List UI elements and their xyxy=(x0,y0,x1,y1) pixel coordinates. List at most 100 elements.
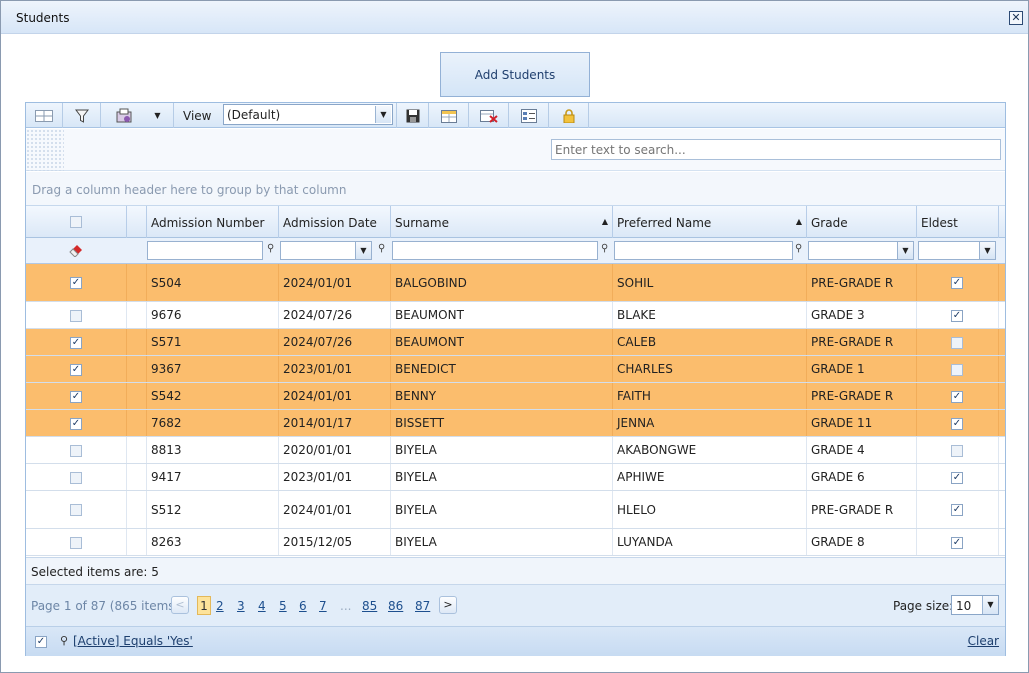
table-row[interactable]: ✓ S504 2024/01/01 BALGOBIND SOHIL PRE-GRADE R… xyxy=(26,264,1005,302)
row-select-checkbox[interactable] xyxy=(70,504,82,516)
row-select-checkbox[interactable] xyxy=(70,471,82,484)
row-select-checkbox[interactable] xyxy=(70,536,82,549)
column-header-preferred-name[interactable]: Preferred Name ▲ xyxy=(613,206,807,238)
filter-admission-number-input[interactable] xyxy=(147,241,263,260)
column-header-surname[interactable]: Surname ▲ xyxy=(391,206,613,238)
page-size-select[interactable]: 10 ▼ xyxy=(951,595,999,615)
filter-eldest-select[interactable]: ▼ xyxy=(918,241,996,260)
cell-eldest xyxy=(917,437,999,463)
select-all-checkbox[interactable] xyxy=(70,216,82,228)
row-select-checkbox[interactable]: ✓ xyxy=(70,336,82,349)
column-chooser-button[interactable] xyxy=(26,103,63,128)
export-button[interactable]: ▼ xyxy=(102,103,174,128)
filter-admission-date-input[interactable]: ▼ xyxy=(280,241,372,260)
table-row[interactable]: 8813 2020/01/01 BIYELA AKABONGWE GRADE 4 xyxy=(26,437,1005,464)
cell-admission-date: 2014/01/17 xyxy=(279,410,391,436)
cell-grade: PRE-GRADE R xyxy=(807,264,917,301)
column-header-eldest[interactable]: Eldest xyxy=(917,206,999,238)
spacer-cell xyxy=(127,529,147,555)
view-select[interactable]: (Default) ▼ xyxy=(223,104,393,125)
filter-surname-input[interactable] xyxy=(392,241,598,260)
table-row[interactable]: 9676 2024/07/26 BEAUMONT BLAKE GRADE 3 ✓ xyxy=(26,302,1005,329)
cell-surname: BALGOBIND xyxy=(391,264,613,301)
spacer-cell xyxy=(999,264,1005,301)
delete-view-button[interactable] xyxy=(470,103,509,128)
column-header-admission-number[interactable]: Admission Number xyxy=(147,206,279,238)
table-edit-icon xyxy=(441,109,457,123)
page-link-86[interactable]: 86 xyxy=(388,599,403,613)
funnel-icon xyxy=(75,109,89,123)
row-select-checkbox[interactable]: ✓ xyxy=(70,277,82,289)
filter-operator-icon[interactable]: ⚲ xyxy=(795,243,802,254)
cell-admission-date: 2024/07/26 xyxy=(279,302,391,328)
filter-operator-icon[interactable]: ⚲ xyxy=(267,243,274,254)
cell-grade: GRADE 6 xyxy=(807,464,917,490)
filter-preferred-name-input[interactable] xyxy=(614,241,793,260)
page-link-5[interactable]: 5 xyxy=(279,599,287,613)
row-select-cell xyxy=(26,437,127,463)
group-panel[interactable]: Drag a column header here to group by th… xyxy=(26,172,1005,206)
page-link-87[interactable]: 87 xyxy=(415,599,430,613)
close-button[interactable]: ✕ xyxy=(1009,11,1023,25)
filter-enabled-checkbox[interactable]: ✓ xyxy=(35,636,47,648)
cell-admission-number: S512 xyxy=(147,491,279,528)
row-select-checkbox[interactable] xyxy=(70,309,82,322)
page-link-6[interactable]: 6 xyxy=(299,599,307,613)
column-header-label: Grade xyxy=(811,216,848,230)
page-link-4[interactable]: 4 xyxy=(258,599,266,613)
cell-surname: BIYELA xyxy=(391,464,613,490)
table-row[interactable]: ✓ 7682 2014/01/17 BISSETT JENNA GRADE 11 ✓ xyxy=(26,410,1005,437)
cell-grade: PRE-GRADE R xyxy=(807,491,917,528)
cell-preferred-name: LUYANDA xyxy=(613,529,807,555)
prev-page-button[interactable]: < xyxy=(171,596,189,614)
filter-button[interactable] xyxy=(64,103,101,128)
clear-filter-link[interactable]: Clear xyxy=(968,634,999,648)
cell-surname: BIYELA xyxy=(391,491,613,528)
column-header-admission-date[interactable]: Admission Date xyxy=(279,206,391,238)
clear-filter-eraser-icon[interactable] xyxy=(68,243,84,260)
spacer-cell xyxy=(999,529,1005,555)
row-select-checkbox[interactable]: ✓ xyxy=(70,417,82,430)
group-panel-hint: Drag a column header here to group by th… xyxy=(32,183,347,197)
page-link-85[interactable]: 85 xyxy=(362,599,377,613)
table-row[interactable]: S512 2024/01/01 BIYELA HLELO PRE-GRADE R ✓ xyxy=(26,491,1005,529)
grid-toolbar: ▼ View (Default) ▼ xyxy=(26,103,1005,128)
lock-view-button[interactable] xyxy=(550,103,589,128)
table-row[interactable]: ✓ 9367 2023/01/01 BENEDICT CHARLES GRADE 1 xyxy=(26,356,1005,383)
search-input[interactable] xyxy=(551,139,1001,160)
row-select-cell: ✓ xyxy=(26,264,127,301)
cell-grade: GRADE 1 xyxy=(807,356,917,382)
table-row[interactable]: 9417 2023/01/01 BIYELA APHIWE GRADE 6 ✓ xyxy=(26,464,1005,491)
page-link-3[interactable]: 3 xyxy=(237,599,245,613)
filter-operator-icon[interactable]: ⚲ xyxy=(601,243,608,254)
next-page-button[interactable]: > xyxy=(439,596,457,614)
cell-eldest: ✓ xyxy=(917,529,999,555)
column-header-grade[interactable]: Grade xyxy=(807,206,917,238)
view-label: View xyxy=(183,109,212,123)
cell-surname: BEAUMONT xyxy=(391,329,613,355)
chevron-down-icon: ▼ xyxy=(982,596,998,614)
page-link-1[interactable]: 1 xyxy=(197,596,211,615)
row-select-checkbox[interactable]: ✓ xyxy=(70,363,82,376)
edit-view-button[interactable] xyxy=(430,103,469,128)
cell-grade: GRADE 4 xyxy=(807,437,917,463)
table-row[interactable]: ✓ S571 2024/07/26 BEAUMONT CALEB PRE-GRADE R xyxy=(26,329,1005,356)
cell-preferred-name: CHARLES xyxy=(613,356,807,382)
add-students-button[interactable]: Add Students xyxy=(440,52,590,97)
page-ellipsis: ... xyxy=(340,599,352,613)
row-select-checkbox[interactable]: ✓ xyxy=(70,390,82,403)
cell-preferred-name: FAITH xyxy=(613,383,807,409)
spacer-cell xyxy=(127,491,147,528)
filter-expression-link[interactable]: [Active] Equals 'Yes' xyxy=(73,634,193,648)
view-properties-button[interactable] xyxy=(510,103,549,128)
page-link-7[interactable]: 7 xyxy=(319,599,327,613)
row-select-checkbox[interactable] xyxy=(70,444,82,457)
filter-grade-select[interactable]: ▼ xyxy=(808,241,914,260)
save-view-button[interactable] xyxy=(396,103,429,128)
table-row[interactable]: 8263 2015/12/05 BIYELA LUYANDA GRADE 8 ✓ xyxy=(26,529,1005,556)
page-link-2[interactable]: 2 xyxy=(216,599,224,613)
filter-operator-icon[interactable]: ⚲ xyxy=(378,243,385,254)
cell-admission-number: S571 xyxy=(147,329,279,355)
cell-admission-number: S504 xyxy=(147,264,279,301)
table-row[interactable]: ✓ S542 2024/01/01 BENNY FAITH PRE-GRADE R ✓ xyxy=(26,383,1005,410)
